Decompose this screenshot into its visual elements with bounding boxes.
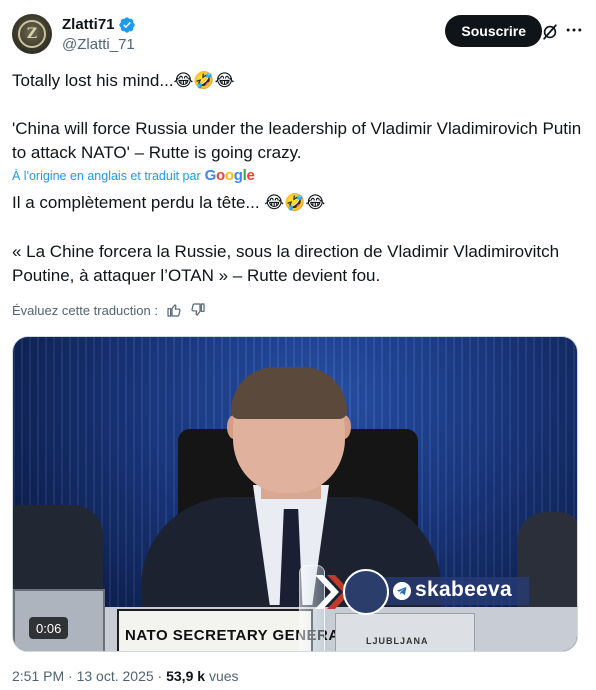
post-header: Z Zlatti71 @Zlatti_71 Souscrire	[12, 12, 584, 56]
author-info: Zlatti71 @Zlatti_71	[62, 15, 136, 55]
video-duration-badge: 0:06	[29, 617, 69, 639]
thumbs-down-icon[interactable]	[190, 302, 206, 318]
post-text-original-line2: 'China will force Russia under the leade…	[12, 119, 582, 162]
watermark-avatar	[343, 569, 389, 615]
event-logo-text: LJUBLJANA	[366, 636, 429, 646]
avatar-emblem: Z	[18, 20, 46, 48]
views-count: 53,9 k	[166, 668, 206, 684]
event-logo-board: LJUBLJANA	[335, 613, 475, 651]
author-display-name[interactable]: Zlatti71	[62, 15, 115, 35]
more-options-icon[interactable]	[564, 20, 584, 40]
meta-separator-1: ·	[68, 668, 77, 684]
author-name-row[interactable]: Zlatti71	[62, 15, 136, 35]
rate-translation: Évaluez cette traduction :	[12, 302, 206, 318]
watermark-name: skabeeva	[415, 578, 512, 601]
translation-attribution[interactable]: À l'origine en anglais et traduit par Go…	[12, 167, 255, 184]
subscribe-button[interactable]: Souscrire	[445, 15, 542, 47]
author-handle[interactable]: @Zlatti_71	[62, 35, 136, 55]
name-placard: NATO SECRETARY GENERAL	[117, 609, 349, 651]
post-meta: 2:51 PM · 13 oct. 2025 · 53,9 k vues	[12, 668, 239, 684]
channel-watermark: skabeeva	[313, 569, 577, 615]
views-label: vues	[208, 668, 239, 684]
post-text-translated-line2: « La Chine forcera la Russie, sous la di…	[12, 242, 560, 285]
translation-note: À l'origine en anglais et traduit par	[12, 168, 201, 183]
post-text-translated-line1: Il a complètement perdu la tête... 😂🤣😂	[12, 193, 326, 212]
meta-separator-2: ·	[157, 668, 167, 684]
grok-icon[interactable]	[540, 22, 560, 42]
video-player[interactable]: NATO SECRETARY GENERAL LJUBLJANA skabeev…	[12, 336, 578, 652]
telegram-icon	[393, 582, 411, 600]
post-time[interactable]: 2:51 PM	[12, 668, 64, 684]
speaker-hair	[231, 367, 347, 419]
rate-translation-label: Évaluez cette traduction :	[12, 302, 158, 318]
thumbs-up-icon[interactable]	[166, 302, 182, 318]
avatar[interactable]: Z	[12, 14, 52, 54]
post-text-original-line1: Totally lost his mind...😂🤣😂	[12, 71, 235, 90]
google-logo: Google	[204, 167, 255, 184]
verified-badge-icon	[118, 17, 135, 33]
post-date[interactable]: 13 oct. 2025	[77, 668, 154, 684]
